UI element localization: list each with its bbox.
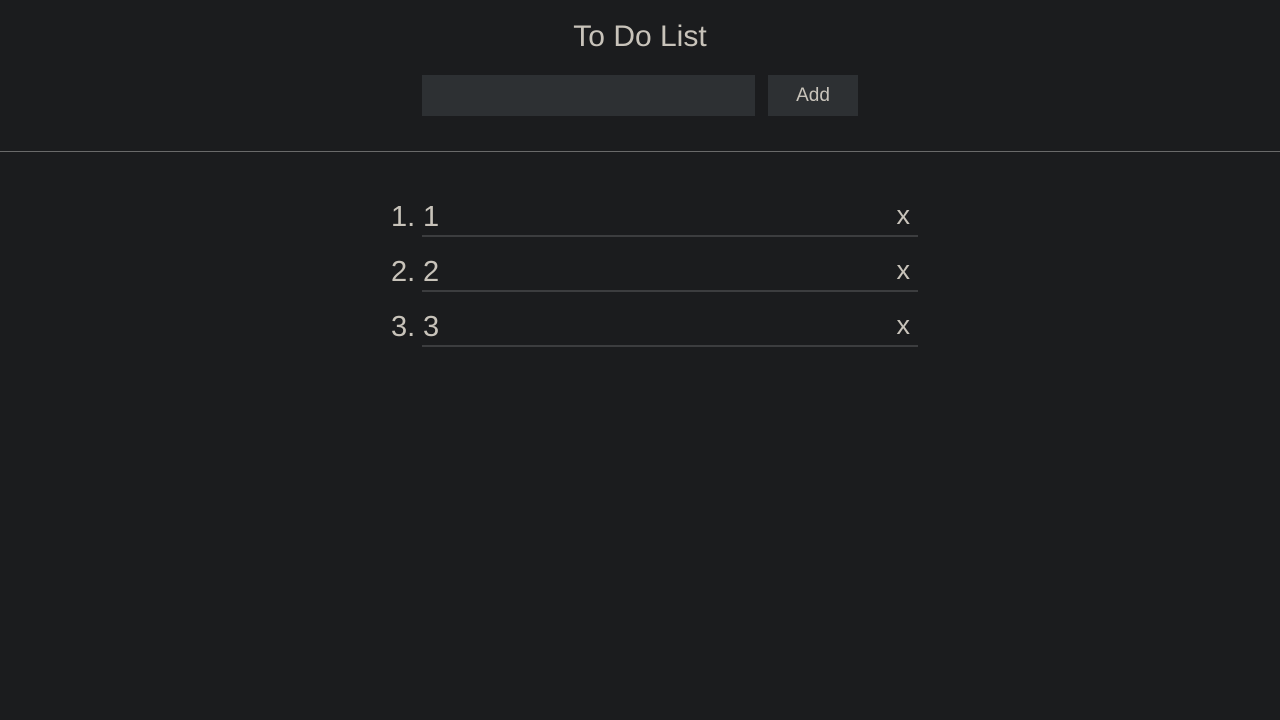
delete-button[interactable]: x xyxy=(897,198,911,232)
delete-button[interactable]: x xyxy=(897,308,911,342)
header: To Do List Add xyxy=(0,0,1280,152)
item-text: 3 xyxy=(423,311,440,343)
page-title: To Do List xyxy=(573,20,707,53)
delete-button[interactable]: x xyxy=(897,253,911,287)
item-number: 2. xyxy=(391,256,416,288)
todo-list: 1. 1 x 2. 2 x 3. 3 x xyxy=(391,190,918,355)
item-number: 1. xyxy=(391,201,416,233)
add-button[interactable]: Add xyxy=(768,75,858,116)
list-item: 1. 1 x xyxy=(391,190,918,237)
task-input[interactable] xyxy=(422,75,755,116)
item-text: 2 xyxy=(423,256,440,288)
list-item: 2. 2 x xyxy=(391,245,918,292)
item-text: 1 xyxy=(423,201,440,233)
item-number: 3. xyxy=(391,311,416,343)
list-item: 3. 3 x xyxy=(391,300,918,347)
